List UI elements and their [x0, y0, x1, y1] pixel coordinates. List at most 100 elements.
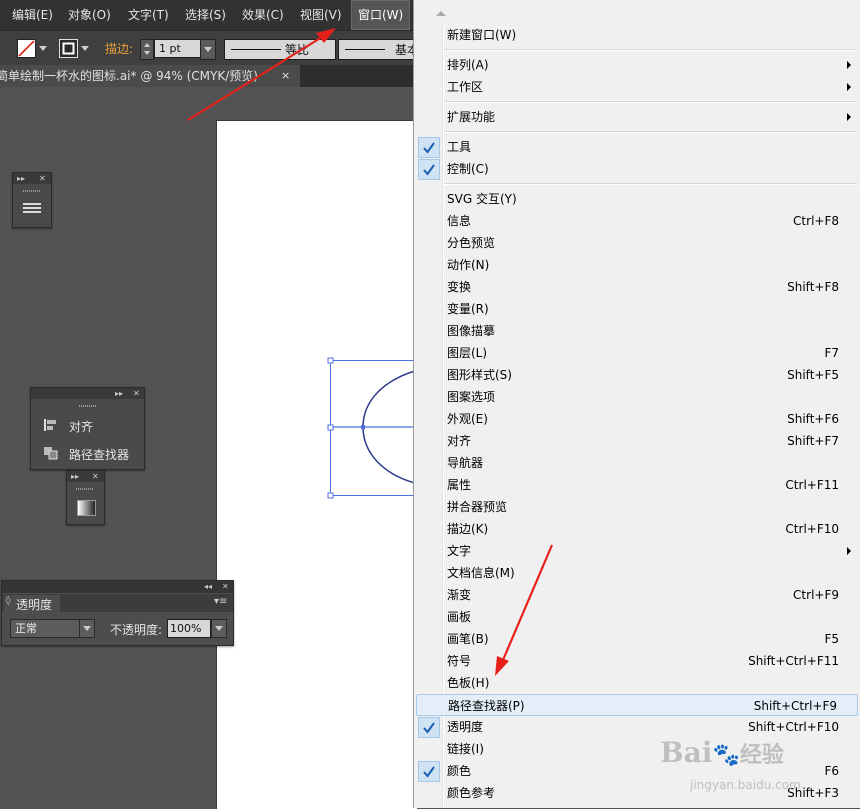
fill-dropdown-icon[interactable]: [39, 46, 47, 51]
menu-item-9[interactable]: 动作(N): [414, 254, 859, 276]
menu-item-label: 描边(K): [447, 522, 489, 536]
menu-item-8[interactable]: 分色预览: [414, 232, 859, 254]
menu-select[interactable]: 选择(S): [185, 0, 226, 30]
brush-definition[interactable]: 基本: [338, 39, 420, 60]
menu-item-10[interactable]: 变换 Shift+F8: [414, 276, 859, 298]
menu-item-25[interactable]: 画板: [414, 606, 859, 628]
opacity-field[interactable]: 100%: [167, 619, 211, 638]
align-panel-button[interactable]: 对齐: [39, 416, 139, 434]
collapse-icon[interactable]: ▸▸: [17, 174, 25, 184]
watermark-url: jingyan.baidu.com: [690, 778, 801, 792]
menu-item-21[interactable]: 描边(K) Ctrl+F10: [414, 518, 859, 540]
menu-item-18[interactable]: 导航器: [414, 452, 859, 474]
transparency-panel: ◂◂ ✕ ◊ 透明度 ▾≡ 正常 不透明度: 100%: [1, 580, 234, 646]
menu-item-label: 画板: [447, 610, 472, 624]
menu-window[interactable]: 窗口(W): [351, 0, 411, 30]
pathfinder-label: 路径查找器: [69, 448, 130, 462]
menu-item-shortcut: Ctrl+F10: [785, 522, 839, 536]
hamburger-menu-icon[interactable]: [22, 200, 42, 216]
checkmark-icon: [418, 159, 440, 180]
collapsed-panel-1: ▸▸ ✕: [12, 172, 52, 228]
menu-item-shortcut: Shift+Ctrl+F9: [753, 699, 837, 713]
chevron-down-icon: [204, 47, 212, 52]
align-pathfinder-panel: ▸▸ ✕ 对齐 路径查找器: [30, 387, 145, 470]
stroke-stepper[interactable]: [140, 39, 154, 60]
menu-item-1[interactable]: 排列(A): [414, 54, 859, 76]
menu-item-2[interactable]: 工作区: [414, 76, 859, 98]
menu-item-label: 导航器: [447, 456, 484, 470]
menu-item-20[interactable]: 拼合器预览: [414, 496, 859, 518]
menu-separator: [444, 131, 857, 133]
close-icon[interactable]: ✕: [133, 389, 140, 399]
opacity-dropdown[interactable]: [211, 619, 227, 638]
menu-edit[interactable]: 编辑(E): [12, 0, 53, 30]
menu-effect[interactable]: 效果(C): [242, 0, 284, 30]
menu-item-label: 对齐: [447, 434, 472, 448]
menu-item-23[interactable]: 文档信息(M): [414, 562, 859, 584]
collapse-icon[interactable]: ▸▸: [71, 472, 79, 482]
menu-item-shortcut: Shift+F7: [787, 434, 839, 448]
menu-item-26[interactable]: 画笔(B) F5: [414, 628, 859, 650]
menu-view[interactable]: 视图(V): [300, 0, 342, 30]
menu-item-5[interactable]: 控制(C): [414, 158, 859, 180]
close-icon[interactable]: ✕: [222, 582, 229, 592]
menu-item-label: 扩展功能: [447, 110, 496, 124]
menu-item-30[interactable]: 透明度 Shift+Ctrl+F10: [414, 716, 859, 738]
gradient-icon[interactable]: [77, 500, 96, 516]
panel-menu-icon[interactable]: ▾≡: [214, 596, 227, 607]
menu-object[interactable]: 对象(O): [68, 0, 111, 30]
menu-item-3[interactable]: 扩展功能: [414, 106, 859, 128]
blend-mode-select[interactable]: 正常: [10, 619, 84, 638]
menu-type[interactable]: 文字(T): [128, 0, 169, 30]
menu-item-12[interactable]: 图像描摹: [414, 320, 859, 342]
chevron-down-icon: [215, 626, 223, 631]
scroll-up-icon[interactable]: [434, 8, 448, 18]
menu-item-13[interactable]: 图层(L) F7: [414, 342, 859, 364]
menu-item-6[interactable]: SVG 交互(Y): [414, 188, 859, 210]
stroke-weight-field[interactable]: 1 pt: [154, 39, 204, 58]
menu-item-17[interactable]: 对齐 Shift+F7: [414, 430, 859, 452]
menu-item-0[interactable]: 新建窗口(W): [414, 24, 859, 46]
collapse-icon[interactable]: ◂◂: [204, 582, 212, 592]
panel-header: ▸▸ ✕: [67, 471, 104, 482]
menu-item-shortcut: Ctrl+F11: [785, 478, 839, 492]
collapse-icon[interactable]: ▸▸: [115, 389, 123, 399]
tab-transparency[interactable]: ◊ 透明度: [4, 595, 60, 612]
close-icon[interactable]: ✕: [39, 174, 46, 184]
menu-item-31[interactable]: 链接(I): [414, 738, 859, 760]
selected-ellipse-shape[interactable]: [325, 355, 417, 505]
close-icon[interactable]: ×: [281, 65, 290, 87]
menu-item-15[interactable]: 图案选项: [414, 386, 859, 408]
panel-grip[interactable]: [79, 405, 97, 407]
close-icon[interactable]: ✕: [92, 472, 99, 482]
menu-item-7[interactable]: 信息 Ctrl+F8: [414, 210, 859, 232]
menu-item-19[interactable]: 属性 Ctrl+F11: [414, 474, 859, 496]
submenu-arrow-icon: [847, 113, 851, 121]
pathfinder-panel-button[interactable]: 路径查找器: [39, 444, 143, 462]
fill-swatch[interactable]: [17, 39, 36, 58]
menu-item-label: 图形样式(S): [447, 368, 512, 382]
menu-item-24[interactable]: 渐变 Ctrl+F9: [414, 584, 859, 606]
menu-item-11[interactable]: 变量(R): [414, 298, 859, 320]
menu-item-4[interactable]: 工具: [414, 136, 859, 158]
opacity-label: 不透明度:: [110, 623, 163, 637]
stroke-swatch[interactable]: [59, 39, 78, 58]
stroke-label: 描边:: [105, 42, 134, 56]
stroke-weight-dropdown[interactable]: [200, 39, 216, 60]
blend-mode-dropdown[interactable]: [79, 619, 95, 638]
menu-item-27[interactable]: 符号 Shift+Ctrl+F11: [414, 650, 859, 672]
menu-item-28[interactable]: 色板(H): [414, 672, 859, 694]
menu-item-16[interactable]: 外观(E) Shift+F6: [414, 408, 859, 430]
menu-item-14[interactable]: 图形样式(S) Shift+F5: [414, 364, 859, 386]
menu-item-22[interactable]: 文字: [414, 540, 859, 562]
menu-item-pathfinder[interactable]: 路径查找器(P) Shift+Ctrl+F9: [416, 694, 858, 716]
stroke-dropdown-icon[interactable]: [81, 46, 89, 51]
menu-item-label: 链接(I): [447, 742, 484, 756]
menu-item-label: 新建窗口(W): [447, 28, 517, 42]
menu-item-label: 图像描摹: [447, 324, 496, 338]
panel-grip[interactable]: [76, 488, 94, 490]
document-tab[interactable]: 简单绘制一杯水的图标.ai* @ 94% (CMYK/预览) ×: [0, 65, 300, 87]
panel-grip[interactable]: [23, 190, 41, 192]
menu-item-label: 符号: [447, 654, 472, 668]
variable-width-profile[interactable]: 等比: [224, 39, 336, 60]
